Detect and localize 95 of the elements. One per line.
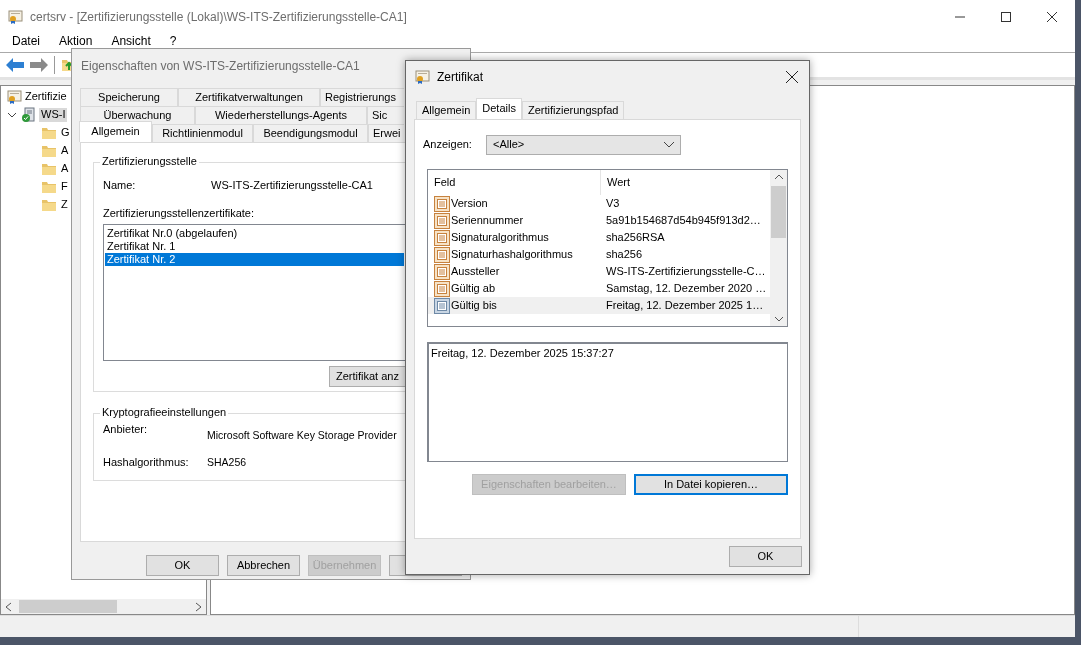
- table-cell-text: sha256: [605, 247, 643, 262]
- tab[interactable]: Zertifikatverwaltungen: [178, 88, 320, 106]
- tree-item[interactable]: G: [59, 126, 72, 140]
- document-icon: [434, 297, 450, 314]
- table-cell: Version: [451, 196, 488, 211]
- table-row[interactable]: Gültig bis Freitag, 12. Dezember 2025 1…: [428, 297, 770, 314]
- scrollbar[interactable]: [770, 170, 787, 326]
- tab[interactable]: Allgemein: [416, 101, 477, 119]
- tab[interactable]: Speicherung: [80, 88, 178, 106]
- field-label: Hashalgorithmus:: [103, 455, 190, 469]
- document-icon: [434, 229, 450, 246]
- dialog-title: Zertifikat: [437, 69, 483, 85]
- dropdown-chevron-icon: [664, 142, 674, 148]
- table-row[interactable]: Gültig ab Samstag, 12. Dezember 2020 …: [428, 280, 770, 297]
- group-title: Zertifizierungsstelle: [100, 155, 199, 169]
- table-cell-text: 5a91b154687d54b945f913d2…: [605, 213, 761, 228]
- folder-icon: [41, 197, 57, 213]
- tab[interactable]: Wiederherstellungs-Agents: [195, 106, 367, 124]
- tab[interactable]: Erwei: [368, 124, 404, 142]
- certificate-list[interactable]: Zertifikat Nr.0 (abgelaufen) Zertifikat Nr. 1 Zertifikat Nr. 2: [103, 224, 405, 362]
- tab[interactable]: Sic: [367, 106, 404, 124]
- document-icon: [434, 263, 450, 280]
- scrollbar[interactable]: [1, 599, 206, 614]
- table-cell: Gültig bis: [451, 298, 497, 313]
- back-arrow-icon[interactable]: [6, 58, 24, 72]
- document-icon: [434, 246, 450, 263]
- show-dropdown[interactable]: <Alle>: [486, 135, 681, 155]
- tree-item[interactable]: A: [59, 144, 71, 158]
- field-label: Anbieter:: [103, 423, 149, 437]
- dialog-button[interactable]: OK: [146, 555, 219, 576]
- tree-item[interactable]: F: [59, 180, 70, 194]
- window-title: certsrv - [Zertifizierungsstelle (Lokal)\WS-ITS-Zertifizierungsstelle-CA1]: [30, 9, 407, 25]
- document-icon: [434, 195, 450, 212]
- folder-icon: [41, 161, 57, 177]
- list-item[interactable]: Zertifikat Nr. 1: [105, 240, 404, 254]
- folder-icon: [41, 125, 57, 141]
- tab[interactable]: Details: [476, 98, 522, 119]
- value-text-box[interactable]: Freitag, 12. Dezember 2025 15:37:27: [427, 342, 788, 462]
- certificate-authority-icon: [7, 89, 23, 105]
- list-item[interactable]: Zertifikat Nr. 2: [105, 253, 404, 267]
- tab[interactable]: Richtlinienmodul: [152, 124, 253, 142]
- close-icon: [1047, 12, 1057, 22]
- tab[interactable]: Überwachung: [80, 106, 195, 124]
- table-row[interactable]: Signaturalgorithmus sha256RSA: [428, 229, 770, 246]
- menu-item[interactable]: ?: [163, 34, 183, 52]
- close-icon: [786, 71, 798, 83]
- table-row[interactable]: Version V3: [428, 195, 770, 212]
- table-cell-text: sha256RSA: [605, 230, 665, 245]
- menu-item[interactable]: Ansicht: [105, 34, 157, 52]
- field-value: Microsoft Software Key Storage Provider: [207, 429, 397, 442]
- document-icon: [434, 212, 450, 229]
- dialog-button[interactable]: In Datei kopieren…: [634, 474, 788, 495]
- tab[interactable]: Allgemein: [79, 121, 152, 142]
- table-cell-text: Samstag, 12. Dezember 2020 …: [605, 281, 767, 296]
- tree-item[interactable]: Zertifizie: [23, 90, 69, 104]
- field-value: WS-ITS-Zertifizierungsstelle-CA1: [211, 179, 373, 193]
- table-row[interactable]: Signaturhashalgorithmus sha256: [428, 246, 770, 263]
- tree-item[interactable]: Z: [59, 198, 70, 212]
- table-cell-text: Freitag, 12. Dezember 2025 1…: [605, 298, 764, 313]
- server-icon: [21, 107, 37, 123]
- maximize-icon: [1001, 12, 1011, 22]
- table-row[interactable]: Seriennummer 5a91b154687d54b945f913d2…: [428, 212, 770, 229]
- certificate-icon: [415, 69, 431, 85]
- collapse-chevron-icon[interactable]: [7, 110, 17, 120]
- dialog-button[interactable]: Abbrechen: [227, 555, 300, 576]
- menu-item[interactable]: Aktion: [53, 34, 99, 52]
- field-label: Name:: [103, 179, 137, 193]
- table-cell-text: V3: [605, 196, 620, 211]
- list-item[interactable]: Zertifikat Nr.0 (abgelaufen): [105, 227, 404, 241]
- tab[interactable]: Registrierungs: [320, 88, 404, 106]
- table-row[interactable]: Aussteller WS-ITS-Zertifizierungsstelle-C…: [428, 263, 770, 280]
- table-cell: Gültig ab: [451, 281, 496, 296]
- tab[interactable]: Zertifizierungspfad: [521, 101, 625, 119]
- tree-item[interactable]: A: [59, 162, 71, 176]
- dialog-title: Eigenschaften von WS-ITS-Zertifizierungsstelle-CA1: [81, 58, 360, 74]
- table-cell: Signaturhashalgorithmus: [451, 247, 573, 262]
- folder-icon: [41, 179, 57, 195]
- column-header[interactable]: Wert: [601, 170, 631, 195]
- folder-icon: [41, 143, 57, 159]
- menu-item[interactable]: Datei: [6, 34, 46, 52]
- tab[interactable]: Beendigungsmodul: [253, 124, 368, 142]
- table-cell: Aussteller: [451, 264, 500, 279]
- field-value: SHA256: [207, 455, 247, 469]
- ok-button[interactable]: OK: [729, 546, 802, 567]
- table-cell: Signaturalgorithmus: [451, 230, 549, 245]
- forward-arrow-icon[interactable]: [30, 58, 48, 72]
- table-cell: Seriennummer: [451, 213, 524, 228]
- tree-item[interactable]: WS-I: [39, 108, 68, 122]
- column-header[interactable]: Feld: [428, 170, 601, 195]
- document-icon: [434, 280, 450, 297]
- table-cell-text: WS-ITS-Zertifizierungsstelle-C…: [605, 264, 766, 279]
- group-title: Kryptografieeinstellungen: [100, 406, 229, 420]
- field-label: Anzeigen:: [423, 138, 473, 152]
- certificate-authority-icon: [8, 9, 24, 25]
- field-label: Zertifizierungsstellenzertifikate:: [103, 207, 254, 221]
